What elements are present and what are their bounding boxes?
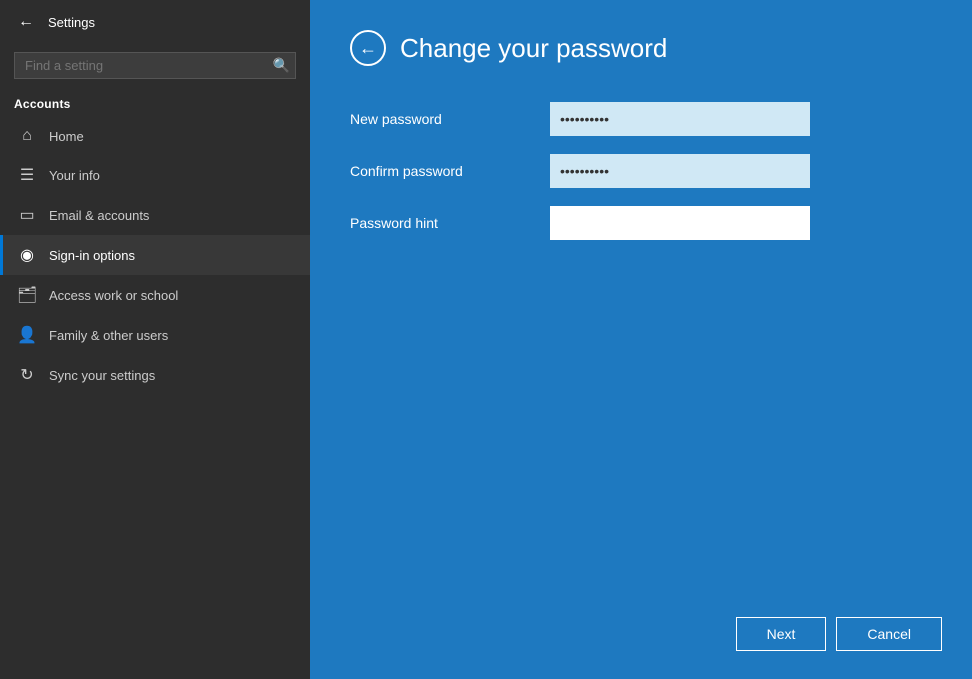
search-input[interactable] — [14, 52, 296, 79]
sidebar-item-email-accounts-label: Email & accounts — [49, 208, 149, 223]
back-arrow-icon: ← — [359, 38, 377, 59]
new-password-input[interactable] — [550, 102, 810, 136]
main-panel: ← Change your password New password Conf… — [310, 0, 972, 679]
sidebar-item-your-info-label: Your info — [49, 168, 100, 183]
sidebar-back-button[interactable]: ← — [14, 9, 38, 35]
confirm-password-label: Confirm password — [350, 163, 550, 179]
sync-icon: ↻ — [17, 365, 37, 385]
sidebar-item-sign-in-options-label: Sign-in options — [49, 248, 135, 263]
cancel-button[interactable]: Cancel — [836, 617, 942, 651]
password-hint-input[interactable] — [550, 206, 810, 240]
new-password-row: New password — [350, 102, 932, 136]
sign-in-icon: ◉ — [17, 245, 37, 265]
sidebar-item-sync-settings-label: Sync your settings — [49, 368, 155, 383]
new-password-label: New password — [350, 111, 550, 127]
home-icon: ⌂ — [17, 127, 37, 145]
password-hint-label: Password hint — [350, 215, 550, 231]
sidebar-item-access-work-school[interactable]: 🗂 Access work or school — [0, 275, 310, 315]
sidebar: ← Settings 🔍 Accounts ⌂ Home ☰ Your info… — [0, 0, 310, 679]
sidebar-item-sign-in-options[interactable]: ◉ Sign-in options — [0, 235, 310, 275]
sidebar-item-your-info[interactable]: ☰ Your info — [0, 155, 310, 195]
sidebar-item-email-accounts[interactable]: ▭ Email & accounts — [0, 195, 310, 235]
search-icon[interactable]: 🔍 — [273, 57, 290, 74]
search-wrapper: 🔍 — [14, 52, 296, 79]
page-title: Change your password — [400, 33, 667, 64]
sidebar-item-family-other-users-label: Family & other users — [49, 328, 168, 343]
work-icon: 🗂 — [17, 285, 37, 305]
confirm-password-row: Confirm password — [350, 154, 932, 188]
your-info-icon: ☰ — [17, 165, 37, 185]
accounts-section-label: Accounts — [0, 87, 310, 117]
page-header: ← Change your password — [350, 30, 932, 66]
family-icon: 👤 — [17, 325, 37, 345]
password-hint-row: Password hint — [350, 206, 932, 240]
email-icon: ▭ — [17, 205, 37, 225]
sidebar-header: ← Settings — [0, 0, 310, 44]
search-container: 🔍 — [0, 44, 310, 87]
sidebar-item-sync-settings[interactable]: ↻ Sync your settings — [0, 355, 310, 395]
sidebar-title-label: Settings — [48, 15, 95, 30]
back-button[interactable]: ← — [350, 30, 386, 66]
form-area: New password Confirm password Password h… — [350, 102, 932, 258]
sidebar-item-family-other-users[interactable]: 👤 Family & other users — [0, 315, 310, 355]
sidebar-item-home-label: Home — [49, 129, 84, 144]
action-buttons: Next Cancel — [736, 617, 942, 651]
confirm-password-input[interactable] — [550, 154, 810, 188]
sidebar-item-home[interactable]: ⌂ Home — [0, 117, 310, 155]
sidebar-item-access-work-school-label: Access work or school — [49, 288, 178, 303]
next-button[interactable]: Next — [736, 617, 827, 651]
